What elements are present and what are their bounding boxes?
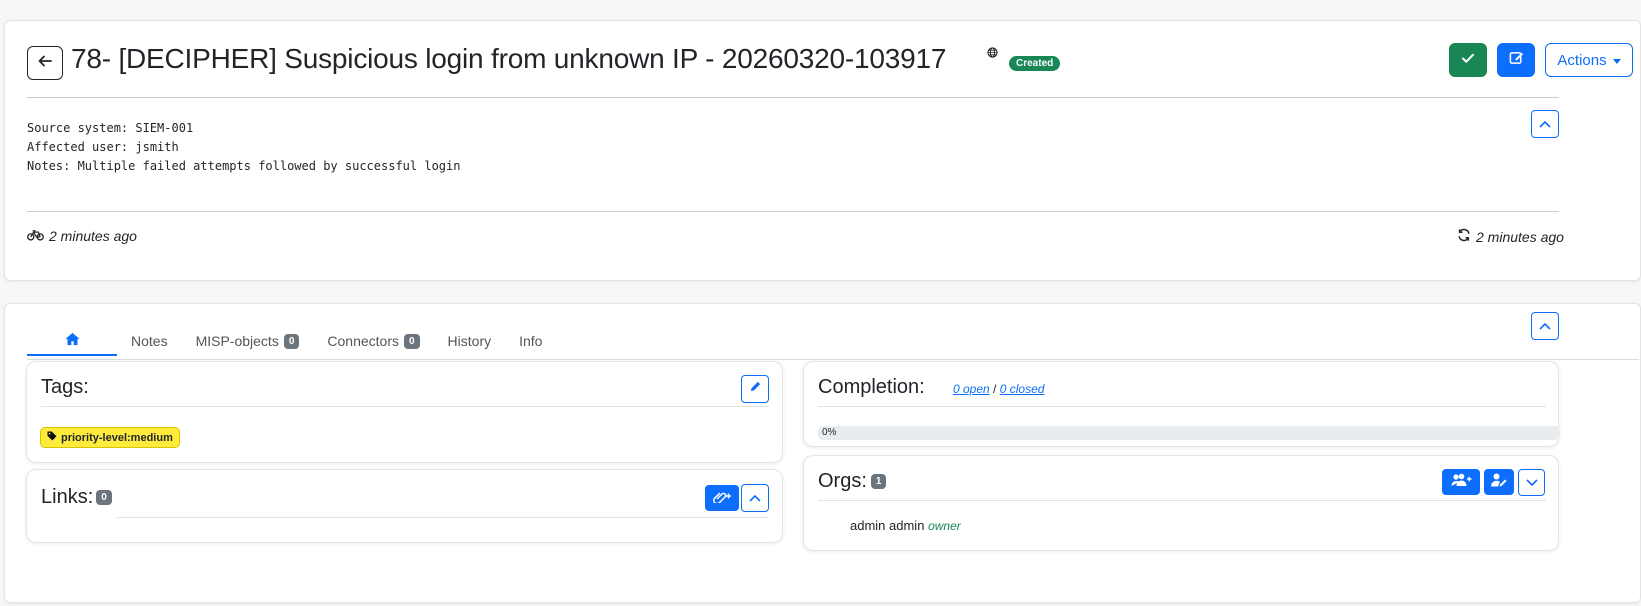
completion-panel: Completion: 0 open / 0 closed 0% xyxy=(803,361,1560,447)
description-line: Source system: SIEM-001 xyxy=(27,121,194,135)
links-panel: Links: 0 xyxy=(26,469,783,543)
tags-title: Tags: xyxy=(41,376,89,398)
globe-icon xyxy=(987,45,998,63)
link-add-icon xyxy=(712,489,732,508)
case-description: Source system: SIEM-001 Affected user: js… xyxy=(27,119,460,176)
completion-divider xyxy=(818,406,1546,407)
user-edit-icon xyxy=(1490,473,1508,492)
home-icon xyxy=(64,332,80,349)
description-line: Affected user: jsmith xyxy=(27,140,179,154)
tags-divider xyxy=(41,406,769,407)
check-icon xyxy=(1461,51,1475,70)
close-case-button[interactable] xyxy=(1449,43,1487,77)
actions-label: Actions xyxy=(1557,51,1607,69)
add-org-button[interactable] xyxy=(1442,469,1480,495)
completion-progress-bar: 0% xyxy=(818,426,1560,440)
users-add-icon xyxy=(1450,473,1472,492)
updated-meta: 2 minutes ago xyxy=(1457,228,1564,245)
tab-label: Connectors xyxy=(327,333,399,349)
tab-label: MISP-objects xyxy=(195,333,279,349)
arrow-left-icon xyxy=(37,53,53,74)
links-heading: Links: 0 xyxy=(41,486,112,509)
case-title: 78- [DECIPHER] Suspicious login from unk… xyxy=(71,43,947,74)
org-member-name[interactable]: admin admin xyxy=(850,518,924,533)
edit-case-button[interactable] xyxy=(1497,43,1535,77)
tags-panel: Tags: priority-level:medium xyxy=(26,361,783,463)
pen-icon xyxy=(749,380,762,398)
collapse-details-button[interactable] xyxy=(1531,312,1559,340)
completion-links: 0 open / 0 closed xyxy=(953,382,1044,396)
refresh-icon xyxy=(1457,228,1471,245)
links-title: Links: xyxy=(41,486,94,508)
orgs-count-badge: 1 xyxy=(870,474,887,489)
tab-history[interactable]: History xyxy=(434,326,506,356)
description-line: Notes: Multiple failed attempts followed… xyxy=(27,159,461,173)
tab-info[interactable]: Info xyxy=(505,326,556,356)
closed-tasks-link[interactable]: 0 closed xyxy=(1000,382,1045,396)
orgs-title: Orgs: xyxy=(818,470,867,492)
completion-title: Completion: xyxy=(818,376,925,398)
tab-label: Notes xyxy=(131,333,168,349)
collapse-description-button[interactable] xyxy=(1531,110,1559,138)
tag-label: priority-level:medium xyxy=(61,431,173,444)
chevron-up-icon xyxy=(1539,115,1551,133)
tab-label: History xyxy=(447,333,492,349)
org-member-role: owner xyxy=(928,519,961,533)
tag-icon xyxy=(47,431,57,444)
tab-label: Info xyxy=(519,333,543,349)
progress-label: 0% xyxy=(822,427,837,438)
links-divider xyxy=(117,517,769,518)
caret-down-icon xyxy=(1612,52,1621,69)
updated-ago: 2 minutes ago xyxy=(1476,228,1564,245)
tab-count-badge: 0 xyxy=(283,333,300,349)
completion-separator: / xyxy=(993,382,997,396)
case-details-card: Notes MISP-objects 0 Connectors 0 Histor… xyxy=(4,303,1641,603)
add-link-button[interactable] xyxy=(705,485,739,511)
meta-divider xyxy=(27,211,1559,212)
back-button[interactable] xyxy=(27,46,63,80)
tab-count-badge: 0 xyxy=(403,333,420,349)
actions-dropdown-button[interactable]: Actions xyxy=(1545,43,1633,77)
status-badge: Created xyxy=(1009,56,1061,71)
links-count-badge: 0 xyxy=(96,490,112,505)
edit-tags-button[interactable] xyxy=(741,375,769,403)
tab-home[interactable] xyxy=(27,326,117,356)
org-member-row: admin admin owner xyxy=(850,518,961,533)
orgs-panel: Orgs: 1 admin admin owner xyxy=(803,455,1559,551)
created-ago: 2 minutes ago xyxy=(49,228,137,244)
tab-connectors[interactable]: Connectors 0 xyxy=(313,326,433,356)
edit-icon xyxy=(1509,50,1524,70)
created-meta: 2 minutes ago xyxy=(27,228,137,244)
tab-misp-objects[interactable]: MISP-objects 0 xyxy=(182,326,314,356)
open-tasks-link[interactable]: 0 open xyxy=(953,382,990,396)
case-header-card: 78- [DECIPHER] Suspicious login from unk… xyxy=(4,20,1641,281)
chevron-up-icon xyxy=(1539,317,1551,335)
collapse-links-button[interactable] xyxy=(741,484,769,512)
case-tabs: Notes MISP-objects 0 Connectors 0 Histor… xyxy=(27,326,556,356)
expand-orgs-button[interactable] xyxy=(1518,469,1545,496)
tabs-divider xyxy=(27,359,1639,360)
chevron-down-icon xyxy=(1525,474,1538,492)
bicycle-icon xyxy=(27,228,44,244)
chevron-up-icon xyxy=(749,489,761,507)
orgs-heading: Orgs: 1 xyxy=(818,470,887,493)
orgs-divider xyxy=(818,500,1546,501)
header-divider xyxy=(27,97,1559,98)
tab-notes[interactable]: Notes xyxy=(117,326,182,356)
tag-chip[interactable]: priority-level:medium xyxy=(41,428,179,447)
edit-org-owner-button[interactable] xyxy=(1484,469,1514,495)
